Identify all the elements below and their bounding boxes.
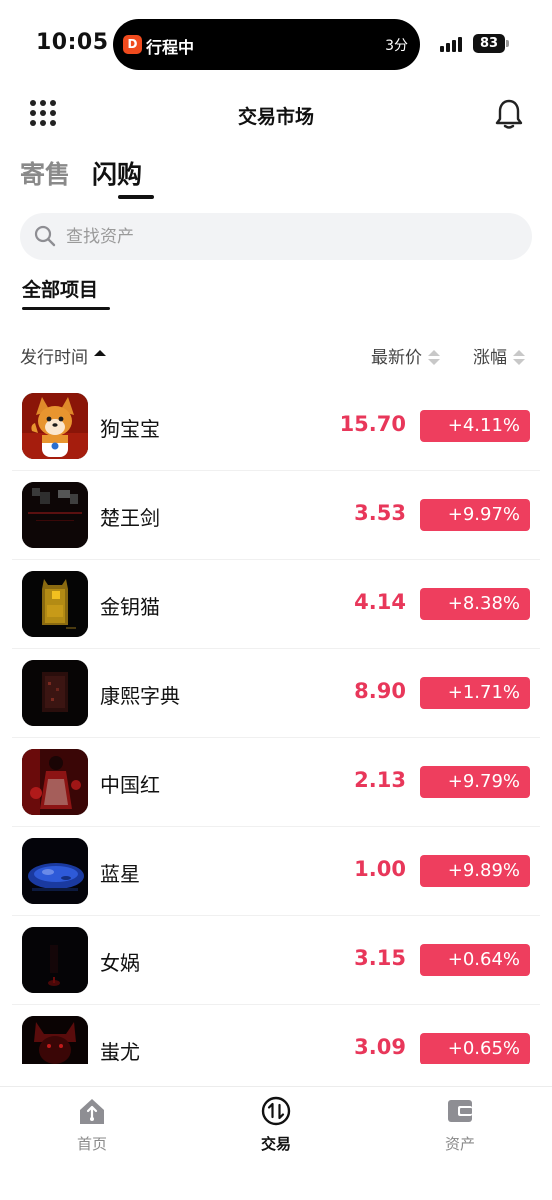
item-name: 蓝星 (100, 862, 140, 886)
change-badge: +0.64% (420, 944, 530, 976)
active-tab-indicator (118, 195, 154, 199)
list-item[interactable]: 楚王剑 3.53 +9.97% (12, 471, 540, 560)
item-name: 楚王剑 (100, 506, 160, 530)
trade-icon (261, 1096, 291, 1126)
list-item[interactable]: 女娲 3.15 +0.64% (12, 916, 540, 1005)
nuwa-image (22, 927, 88, 993)
search-icon (34, 225, 56, 247)
nav-trade[interactable]: 交易 (236, 1095, 316, 1154)
search-input[interactable] (66, 213, 506, 260)
nav-header: 交易市场 (0, 90, 552, 140)
filter-all-projects[interactable]: 全部项目 (22, 275, 98, 302)
change-badge: +8.38% (420, 588, 530, 620)
asset-list: 狗宝宝 15.70 +4.11% 楚王剑 3.53 +9.97% 金钥猫 4.1… (0, 382, 552, 1064)
list-item[interactable]: 康熙字典 8.90 +1.71% (12, 649, 540, 738)
item-price: 3.15 (354, 946, 406, 970)
china-red-image (22, 749, 88, 815)
filter-underline (22, 307, 110, 310)
blue-planet-image (22, 838, 88, 904)
change-badge: +9.97% (420, 499, 530, 531)
sort-change-label: 涨幅 (473, 348, 507, 368)
list-item[interactable]: 狗宝宝 15.70 +4.11% (12, 382, 540, 471)
list-item[interactable]: 金钥猫 4.14 +8.38% (12, 560, 540, 649)
sword-image (22, 482, 88, 548)
sort-toggle-icon (428, 350, 440, 366)
item-name: 狗宝宝 (100, 417, 160, 441)
sort-issue-time[interactable]: 发行时间 (20, 343, 106, 368)
battery-level: 83 (473, 34, 505, 53)
item-price: 3.09 (354, 1035, 406, 1059)
item-price: 2.13 (354, 768, 406, 792)
list-item[interactable]: 中国红 2.13 +9.79% (12, 738, 540, 827)
live-activity-remaining: 3分 (385, 38, 408, 54)
tab-consignment[interactable]: 寄售 (20, 155, 70, 191)
item-name: 康熙字典 (100, 684, 180, 708)
signal-icon (440, 36, 466, 52)
list-item[interactable]: 蓝星 1.00 +9.89% (12, 827, 540, 916)
change-badge: +9.89% (420, 855, 530, 887)
nav-home-label: 首页 (76, 1135, 107, 1153)
change-badge: +4.11% (420, 410, 530, 442)
status-bar: 10:05 D 行程中 3分 83 (0, 0, 552, 90)
nav-home[interactable]: 首页 (52, 1095, 132, 1154)
home-icon (80, 1099, 104, 1124)
sort-latest-price[interactable]: 最新价 (371, 343, 440, 368)
dictionary-image (22, 660, 88, 726)
bell-icon[interactable] (494, 98, 524, 130)
live-activity[interactable]: D 行程中 3分 (113, 19, 420, 70)
item-name: 女娲 (100, 951, 140, 975)
sort-change[interactable]: 涨幅 (473, 343, 525, 368)
nav-assets[interactable]: 资产 (420, 1095, 500, 1154)
nav-assets-label: 资产 (444, 1135, 475, 1153)
item-price: 1.00 (354, 857, 406, 881)
item-price: 3.53 (354, 501, 406, 525)
sort-issue-time-label: 发行时间 (20, 348, 88, 368)
live-activity-title: 行程中 (146, 38, 195, 57)
sort-asc-icon (94, 350, 106, 366)
list-item[interactable]: 蚩尤 3.09 +0.65% (12, 1005, 540, 1064)
search-bar[interactable] (20, 213, 532, 260)
sort-latest-price-label: 最新价 (371, 348, 422, 368)
tab-flash-sale[interactable]: 闪购 (92, 155, 142, 191)
item-name: 蚩尤 (100, 1040, 140, 1064)
nav-trade-label: 交易 (260, 1135, 291, 1153)
wallet-icon (448, 1100, 472, 1122)
change-badge: +0.65% (420, 1033, 530, 1064)
change-badge: +1.71% (420, 677, 530, 709)
corgi-image (22, 393, 88, 459)
chiyou-image (22, 1016, 88, 1064)
item-name: 中国红 (100, 773, 160, 797)
status-time: 10:05 (36, 30, 109, 55)
didi-icon: D (123, 35, 142, 54)
item-price: 4.14 (354, 590, 406, 614)
lucky-cat-image (22, 571, 88, 637)
bottom-tab-bar: 首页 交易 资产 (0, 1086, 552, 1200)
sort-toggle-icon (513, 350, 525, 366)
battery-icon: 83 (473, 34, 509, 53)
item-name: 金钥猫 (100, 595, 160, 619)
change-badge: +9.79% (420, 766, 530, 798)
item-price: 15.70 (339, 412, 406, 436)
item-price: 8.90 (354, 679, 406, 703)
page-title: 交易市场 (237, 106, 314, 128)
